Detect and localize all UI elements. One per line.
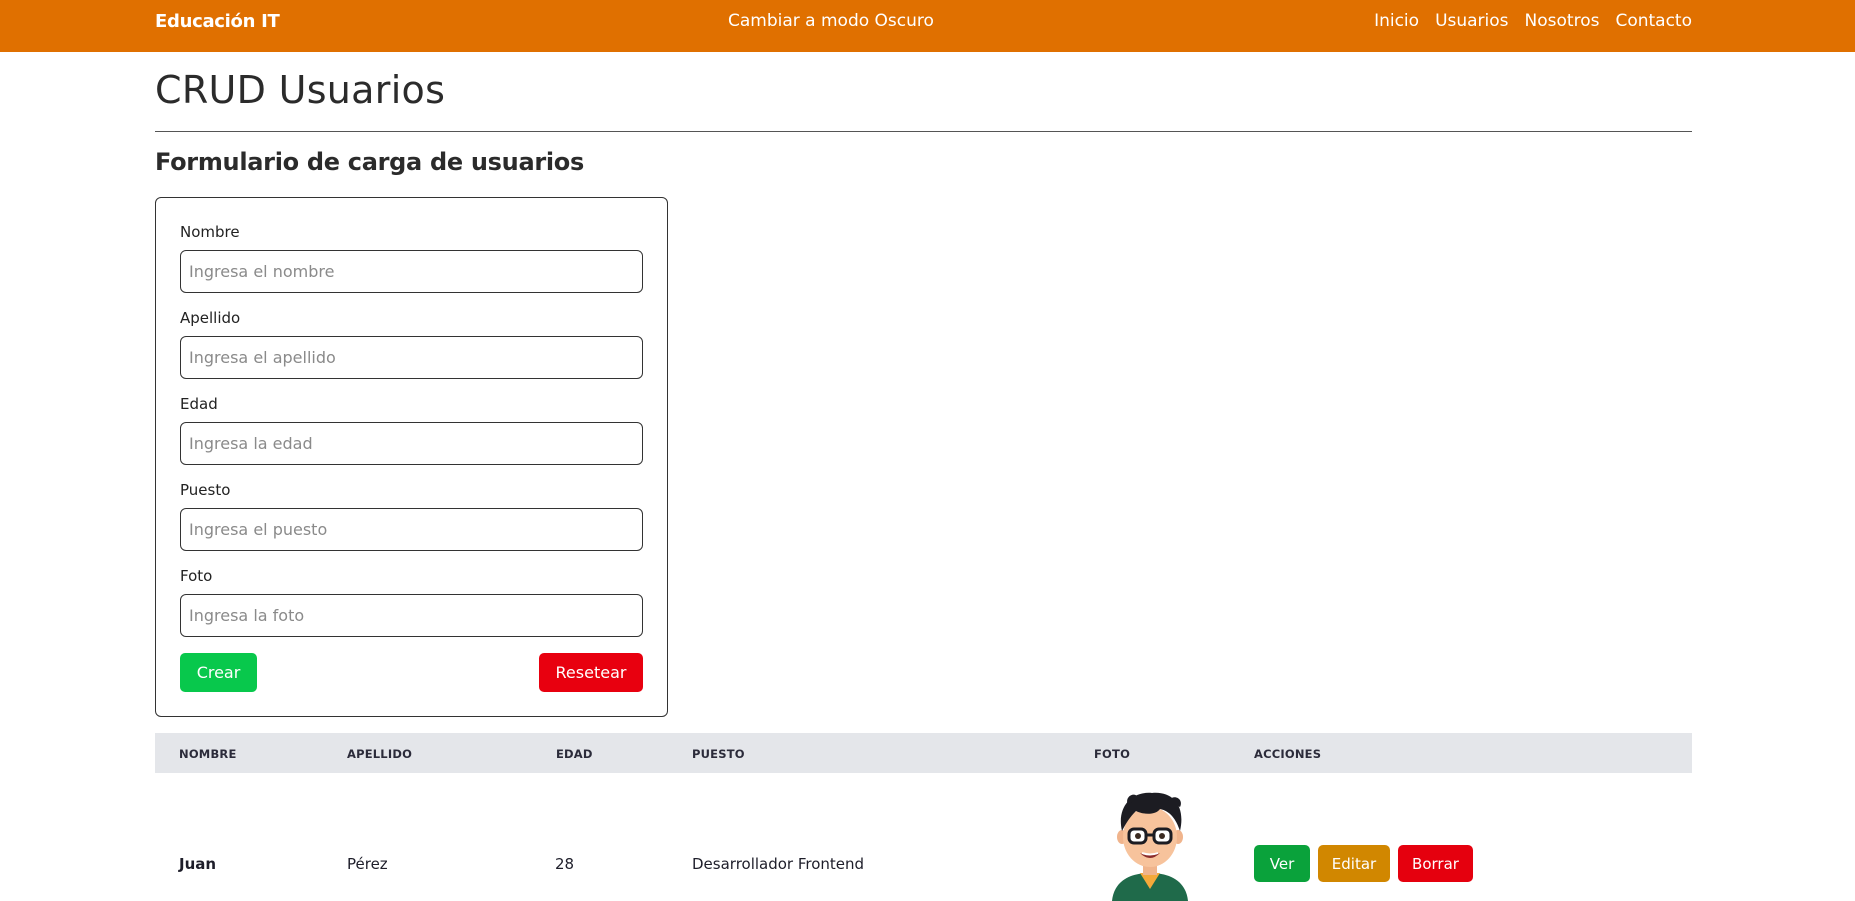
table-header: NOMBRE APELLIDO EDAD PUESTO FOTO ACCIONE… bbox=[155, 733, 1692, 773]
user-form: Nombre Apellido Edad Puesto Foto Crear R… bbox=[155, 197, 668, 717]
brand-logo-link[interactable]: Educación IT bbox=[155, 11, 280, 32]
delete-button[interactable]: Borrar bbox=[1398, 845, 1473, 882]
cell-edad: 28 bbox=[555, 855, 575, 873]
apellido-label: Apellido bbox=[180, 309, 241, 327]
cell-nombre: Juan bbox=[179, 855, 217, 873]
navbar: Educación IT Cambiar a modo Oscuro Inici… bbox=[0, 0, 1855, 52]
nav-link-contacto[interactable]: Contacto bbox=[1615, 11, 1692, 31]
nav-link-nosotros[interactable]: Nosotros bbox=[1525, 11, 1600, 31]
reset-button[interactable]: Resetear bbox=[539, 653, 643, 692]
title-divider bbox=[155, 131, 1692, 132]
edad-label: Edad bbox=[180, 395, 218, 413]
column-header-nombre: NOMBRE bbox=[179, 747, 237, 761]
nombre-input[interactable] bbox=[180, 250, 643, 293]
nav-link-usuarios[interactable]: Usuarios bbox=[1435, 11, 1508, 31]
page-title: CRUD Usuarios bbox=[155, 68, 446, 112]
column-header-acciones: ACCIONES bbox=[1254, 747, 1322, 761]
create-button[interactable]: Crear bbox=[180, 653, 257, 692]
edit-button[interactable]: Editar bbox=[1318, 845, 1390, 882]
main-nav: Inicio Usuarios Nosotros Contacto bbox=[1374, 11, 1692, 31]
column-header-edad: EDAD bbox=[556, 747, 593, 761]
nav-link-inicio[interactable]: Inicio bbox=[1374, 11, 1419, 31]
cell-puesto: Desarrollador Frontend bbox=[692, 855, 865, 873]
cell-apellido: Pérez bbox=[347, 855, 388, 873]
column-header-puesto: PUESTO bbox=[692, 747, 745, 761]
apellido-input[interactable] bbox=[180, 336, 643, 379]
nombre-label: Nombre bbox=[180, 223, 240, 241]
puesto-label: Puesto bbox=[180, 481, 231, 499]
column-header-apellido: APELLIDO bbox=[347, 747, 413, 761]
view-button[interactable]: Ver bbox=[1254, 845, 1310, 882]
dark-mode-toggle[interactable]: Cambiar a modo Oscuro bbox=[728, 11, 934, 31]
user-avatar-icon bbox=[1112, 792, 1188, 901]
puesto-input[interactable] bbox=[180, 508, 643, 551]
foto-label: Foto bbox=[180, 567, 213, 585]
column-header-foto: FOTO bbox=[1094, 747, 1131, 761]
foto-input[interactable] bbox=[180, 594, 643, 637]
edad-input[interactable] bbox=[180, 422, 643, 465]
form-title: Formulario de carga de usuarios bbox=[155, 148, 584, 176]
table-row: Juan Pérez 28 Desarrollador Frontend Ver… bbox=[155, 773, 1692, 901]
